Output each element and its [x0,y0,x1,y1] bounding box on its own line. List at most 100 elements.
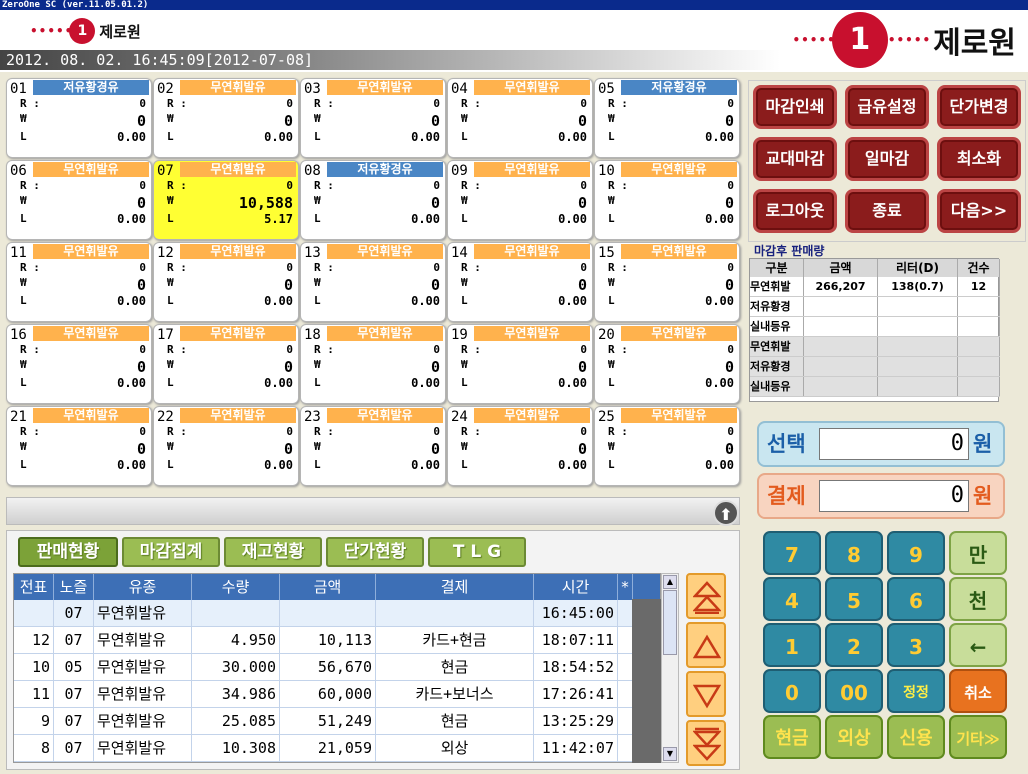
key-0[interactable]: 0 [763,669,821,713]
nozzle-cell[interactable]: 19 무연휘발유 R : 0 ₩0 L 0.00 [447,324,593,404]
table-cell: 25.085 [192,708,280,734]
nozzle-cell[interactable]: 10 무연휘발유 R : 0 ₩0 L 0.00 [594,160,740,240]
key-cheon[interactable]: 천 [949,577,1007,621]
tab-unit-price[interactable]: 단가현황 [326,537,424,567]
table-row[interactable]: 8 07 무연휘발유 10.308 21,059 외상 11:42:07 [14,735,633,762]
key-2[interactable]: 2 [825,623,883,667]
scroll-down-arrow-icon[interactable]: ▼ [663,747,677,761]
nozzle-cell[interactable]: 13 무연휘발유 R : 0 ₩0 L 0.00 [300,242,446,322]
key-4[interactable]: 4 [763,577,821,621]
table-row[interactable]: 11 07 무연휘발유 34.986 60,000 카드+보너스 17:26:41 [14,681,633,708]
won-label: ₩ [167,112,174,125]
scroll-up-icon[interactable]: ⬆ [713,500,739,526]
table-row[interactable]: 9 07 무연휘발유 25.085 51,249 현금 13:25:29 [14,708,633,735]
nozzle-cell[interactable]: 12 무연휘발유 R : 0 ₩0 L 0.00 [153,242,299,322]
nozzle-cell[interactable]: 25 무연휘발유 R : 0 ₩0 L 0.00 [594,406,740,486]
select-amount-field[interactable]: 0 [819,428,969,460]
tab-inventory[interactable]: 재고현황 [224,537,322,567]
key-8[interactable]: 8 [825,531,883,575]
nozzle-cell[interactable]: 08 저유황경유 R : 0 ₩0 L 0.00 [300,160,446,240]
cancel-button[interactable]: 취소 [949,669,1007,713]
key-5[interactable]: 5 [825,577,883,621]
page-last-button[interactable] [686,720,726,766]
key-man[interactable]: 만 [949,531,1007,575]
won-label: ₩ [461,358,468,371]
exit-button[interactable]: 종료 [845,189,929,233]
scroll-up-arrow-icon[interactable]: ▲ [663,575,677,589]
table-cell [192,600,280,626]
logo-text: 제로원 [99,22,141,41]
nozzle-cell[interactable]: 04 무연휘발유 R : 0 ₩0 L 0.00 [447,78,593,158]
table-cell [280,600,376,626]
r-label: R : [20,97,40,110]
key-9[interactable]: 9 [887,531,945,575]
nozzle-r-value: 0 [286,425,293,438]
correct-button[interactable]: 정정 [887,669,945,713]
table-row[interactable]: 12 07 무연휘발유 4.950 10,113 카드+현금 18:07:11 [14,627,633,654]
key-7[interactable]: 7 [763,531,821,575]
summary-cell [958,377,1000,396]
logout-button[interactable]: 로그아웃 [753,189,837,233]
tab-closing-summary[interactable]: 마감집계 [122,537,220,567]
key-6[interactable]: 6 [887,577,945,621]
nozzle-cell[interactable]: 20 무연휘발유 R : 0 ₩0 L 0.00 [594,324,740,404]
nozzle-cell[interactable]: 02 무연휘발유 R : 0 ₩0 L 0.00 [153,78,299,158]
price-change-button[interactable]: 단가변경 [937,85,1021,129]
nozzle-cell[interactable]: 17 무연휘발유 R : 0 ₩0 L 0.00 [153,324,299,404]
summary-cell [958,337,1000,356]
page-up-button[interactable] [686,622,726,668]
other-button[interactable]: 기타≫ [949,715,1007,759]
nozzle-cell[interactable]: 05 저유황경유 R : 0 ₩0 L 0.00 [594,78,740,158]
minimize-button[interactable]: 최소화 [937,137,1021,181]
scroll-thumb[interactable] [663,590,677,655]
key-00[interactable]: 00 [825,669,883,713]
nozzle-r-value: 0 [727,425,734,438]
tab-sales-status[interactable]: 판매현황 [18,537,118,567]
table-row[interactable]: 07 무연휘발유 16:45:00 [14,600,633,627]
nozzle-cell[interactable]: 03 무연휘발유 R : 0 ₩0 L 0.00 [300,78,446,158]
col-header: 결제 [376,574,534,600]
nozzle-cell[interactable]: 18 무연휘발유 R : 0 ₩0 L 0.00 [300,324,446,404]
nozzle-cell[interactable]: 07 무연휘발유 R : 0 ₩10,588 L 5.17 [153,160,299,240]
nozzle-liters: 0.00 [705,130,734,144]
backspace-icon[interactable]: ← [949,623,1007,667]
nozzle-liters: 0.00 [705,376,734,390]
payment-amount-box: 결제 0 원 [757,473,1005,519]
daily-closing-button[interactable]: 일마감 [845,137,929,181]
summary-cell [804,337,878,356]
nozzle-cell[interactable]: 01 저유황경유 R : 0 ₩0 L 0.00 [6,78,152,158]
page-down-button[interactable] [686,671,726,717]
key-3[interactable]: 3 [887,623,945,667]
nozzle-cell[interactable]: 22 무연휘발유 R : 0 ₩0 L 0.00 [153,406,299,486]
r-label: R : [167,97,187,110]
datetime-bar: 2012. 08. 02. 16:45:09[2012-07-08] [0,50,780,70]
status-bar [6,497,740,525]
table-cell [376,600,534,626]
credit-sale-button[interactable]: 외상 [825,715,883,759]
nozzle-cell[interactable]: 15 무연휘발유 R : 0 ₩0 L 0.00 [594,242,740,322]
card-button[interactable]: 신용 [887,715,945,759]
nozzle-cell[interactable]: 09 무연휘발유 R : 0 ₩0 L 0.00 [447,160,593,240]
page-first-button[interactable] [686,573,726,619]
nozzle-cell[interactable]: 24 무연휘발유 R : 0 ₩0 L 0.00 [447,406,593,486]
table-cell: 외상 [376,735,534,761]
payment-amount-field[interactable]: 0 [819,480,969,512]
fuel-type: 무연휘발유 [33,244,149,259]
table-scrollbar[interactable]: ▲ ▼ [661,573,679,763]
cash-button[interactable]: 현금 [763,715,821,759]
key-1[interactable]: 1 [763,623,821,667]
nozzle-cell[interactable]: 11 무연휘발유 R : 0 ₩0 L 0.00 [6,242,152,322]
nozzle-cell[interactable]: 06 무연휘발유 R : 0 ₩0 L 0.00 [6,160,152,240]
nozzle-cell[interactable]: 14 무연휘발유 R : 0 ₩0 L 0.00 [447,242,593,322]
nozzle-cell[interactable]: 21 무연휘발유 R : 0 ₩0 L 0.00 [6,406,152,486]
shift-closing-button[interactable]: 교대마감 [753,137,837,181]
next-button[interactable]: 다음>> [937,189,1021,233]
tab-tlg[interactable]: T L G [428,537,526,567]
print-closing-button[interactable]: 마감인쇄 [753,85,837,129]
logo-mark: 1 [831,12,888,68]
nozzle-cell[interactable]: 16 무연휘발유 R : 0 ₩0 L 0.00 [6,324,152,404]
table-row[interactable]: 10 05 무연휘발유 30.000 56,670 현금 18:54:52 [14,654,633,681]
nozzle-cell[interactable]: 23 무연휘발유 R : 0 ₩0 L 0.00 [300,406,446,486]
fuel-settings-button[interactable]: 급유설정 [845,85,929,129]
liter-label: L [461,294,468,307]
